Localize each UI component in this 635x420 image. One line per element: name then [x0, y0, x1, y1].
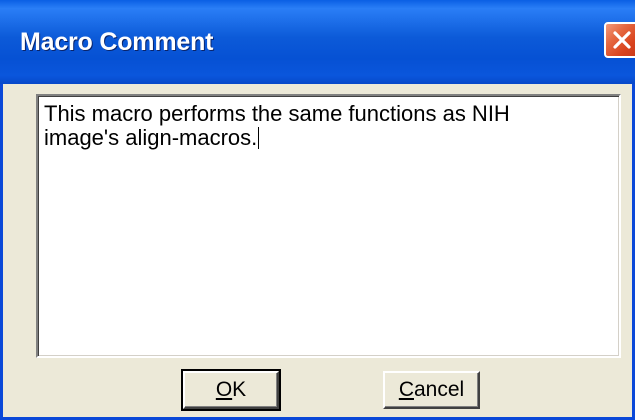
close-button[interactable]: [604, 22, 635, 58]
ok-button-label: K: [232, 378, 247, 401]
cancel-button-mnemonic: C: [398, 378, 414, 401]
dialog-body: This macro performs the same functions a…: [3, 84, 632, 420]
comment-textarea[interactable]: This macro performs the same functions a…: [36, 94, 621, 358]
ok-button[interactable]: OK: [181, 369, 281, 411]
cancel-button-label: ancel: [413, 378, 465, 401]
macro-comment-dialog: Macro Comment This macro performs the sa…: [0, 0, 635, 420]
comment-text: This macro performs the same functions a…: [44, 101, 510, 150]
dialog-title: Macro Comment: [20, 28, 214, 56]
close-icon: [613, 31, 631, 49]
title-bar[interactable]: Macro Comment: [0, 0, 635, 84]
text-caret: [258, 127, 260, 149]
cancel-button[interactable]: Cancel: [383, 371, 480, 409]
ok-button-mnemonic: O: [215, 378, 233, 401]
